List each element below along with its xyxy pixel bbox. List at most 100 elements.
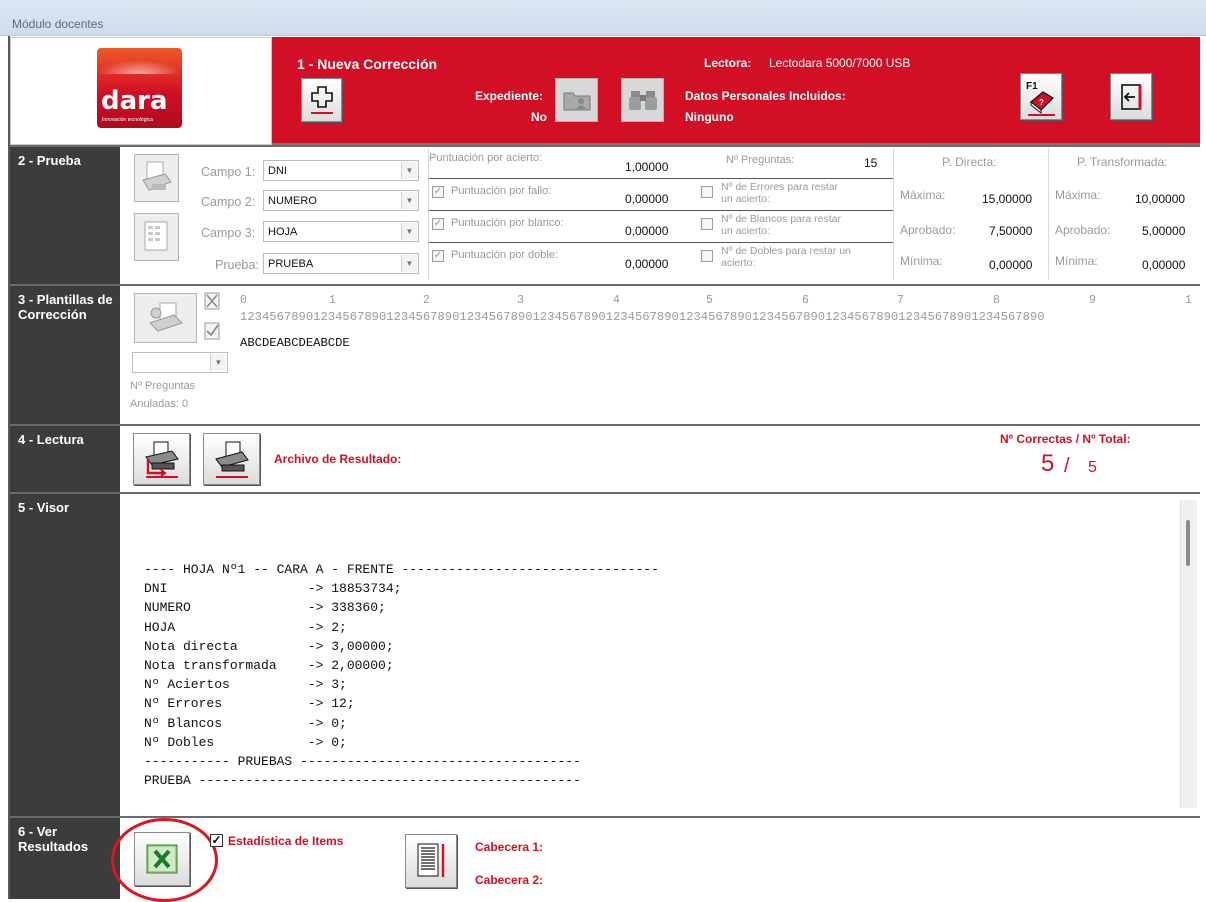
campo2-value: NUMERO xyxy=(268,195,317,207)
campo1-select[interactable]: DNI ▼ xyxy=(263,160,419,181)
campos-config-button[interactable] xyxy=(134,154,179,202)
campo1-value: DNI xyxy=(268,165,287,177)
read-button[interactable] xyxy=(203,433,260,485)
viewer-scrollbar-thumb[interactable] xyxy=(1186,520,1190,566)
punt-doble-value: 0,00000 xyxy=(625,257,669,271)
section-2-divider xyxy=(10,145,1200,147)
clear-template-icon[interactable] xyxy=(204,292,220,310)
section-5-divider xyxy=(10,492,1200,494)
ruler-tick-5: 5 xyxy=(706,294,713,307)
total-value: 5 xyxy=(1088,459,1097,476)
dobles-checkbox[interactable] xyxy=(701,250,713,262)
chevron-down-icon: ▼ xyxy=(401,192,417,209)
logo-tagline: Innovación tecnológica xyxy=(102,117,153,123)
grid-rule xyxy=(429,210,894,211)
punt-doble-checkbox[interactable]: ✓ xyxy=(432,250,444,262)
chevron-down-icon: ▼ xyxy=(401,255,417,272)
p-directa-maxima-label: Máxima: xyxy=(900,188,946,202)
punt-blanco-value: 0,00000 xyxy=(625,224,669,238)
read-with-file-button[interactable] xyxy=(133,433,190,485)
section-5-label: 5 - Visor xyxy=(10,494,120,816)
window-titlebar: Módulo docentes xyxy=(0,0,1206,36)
campo3-select[interactable]: HOJA ▼ xyxy=(263,221,419,242)
section-2-label: 2 - Prueba xyxy=(10,147,120,284)
help-button[interactable]: F1 ? xyxy=(1020,73,1062,120)
section-4-divider xyxy=(10,424,1200,426)
exit-door-icon xyxy=(1121,83,1142,110)
p-directa-aprobado-label: Aprobado: xyxy=(900,223,956,237)
ruler-tick-9: 9 xyxy=(1089,294,1096,307)
punt-fallo-value: 0,00000 xyxy=(625,192,669,206)
p-directa-maxima: 15,00000 xyxy=(982,192,1033,206)
punt-acierto-label: Puntuación por acierto: xyxy=(429,152,543,164)
blancos-checkbox[interactable] xyxy=(701,218,713,230)
highlight-circle xyxy=(111,818,218,902)
dobles-label: Nº de Dobles para restar un acierto: xyxy=(721,245,851,269)
punt-fallo-label: Puntuación por fallo: xyxy=(451,185,552,197)
ruler-tick-8: 8 xyxy=(993,294,1000,307)
prueba-select[interactable]: PRUEBA ▼ xyxy=(263,253,419,274)
new-correction-button[interactable] xyxy=(301,78,342,122)
chevron-down-icon: ▼ xyxy=(401,162,417,179)
archivo-resultado-label: Archivo de Resultado: xyxy=(274,452,402,466)
anuladas-select[interactable]: ▼ xyxy=(132,352,228,373)
viewer-text: ---- HOJA Nº1 -- CARA A - FRENTE -------… xyxy=(144,562,659,789)
datos-personales-label: Datos Personales Incluidos: xyxy=(685,89,846,103)
n-preguntas-label: Nº Preguntas: xyxy=(726,154,795,166)
svg-text:?: ? xyxy=(1039,98,1044,107)
prueba-config-button[interactable] xyxy=(134,213,179,261)
section-3-label: 3 - Plantillas de Corrección xyxy=(10,286,120,424)
punt-blanco-checkbox[interactable]: ✓ xyxy=(432,218,444,230)
expediente-folder-button[interactable] xyxy=(555,78,598,122)
template-reader-icon xyxy=(148,302,183,332)
punt-doble-label: Puntuación por doble: xyxy=(451,249,559,261)
scoring-grid: Puntuación por acierto: 1,00000 Nº Pregu… xyxy=(428,148,894,280)
anuladas-line1: Nº Preguntas xyxy=(130,380,196,392)
ruler-digits: 1234567890123456789012345678901234567890… xyxy=(240,310,1045,324)
grid-rule xyxy=(429,178,894,179)
window-title: Módulo docentes xyxy=(12,17,104,31)
prueba-value: PRUEBA xyxy=(268,258,314,270)
plantilla-edit-button[interactable] xyxy=(134,293,197,343)
form-reader-icon xyxy=(141,161,172,191)
help-badge: F1 xyxy=(1026,81,1038,92)
estadistica-label: Estadística de Items xyxy=(228,834,344,848)
prueba-label: Prueba: xyxy=(215,258,259,272)
search-binoculars-button[interactable] xyxy=(621,78,664,122)
section-3-divider xyxy=(10,284,1200,286)
section-4-label: 4 - Lectura xyxy=(10,426,120,492)
report-button[interactable] xyxy=(405,834,457,888)
ruler-tick-10: 1 xyxy=(1185,294,1192,307)
grid-rule xyxy=(429,242,894,243)
estadistica-checkbox[interactable]: ✓ xyxy=(210,834,223,847)
punt-fallo-checkbox[interactable]: ✓ xyxy=(432,186,444,198)
validate-template-icon[interactable] xyxy=(204,322,220,340)
p-directa-minima: 0,00000 xyxy=(989,258,1033,272)
exit-button[interactable] xyxy=(1110,73,1152,120)
binoculars-icon xyxy=(628,91,657,110)
p-directa-aprobado: 7,50000 xyxy=(989,224,1033,238)
p-transformada-aprobado-label: Aprobado: xyxy=(1055,223,1111,237)
template-answers[interactable]: ABCDEABCDEABCDE xyxy=(240,336,350,350)
ruler-tens: 0 1 2 3 4 5 6 7 8 9 1 xyxy=(240,294,1200,308)
ruler-tick-3: 3 xyxy=(517,294,524,307)
plus-icon xyxy=(310,86,333,114)
punt-blanco-label: Puntuación por blanco: xyxy=(451,217,564,229)
logo-text: dara xyxy=(101,86,168,116)
p-directa-panel: P. Directa: Máxima: 15,00000 Aprobado: 7… xyxy=(893,148,1048,280)
report-sheet-icon xyxy=(417,843,445,877)
ruler-tick-6: 6 xyxy=(802,294,809,307)
section-6-divider xyxy=(10,816,1200,818)
expediente-value: No xyxy=(531,110,547,124)
help-book-icon: F1 ? xyxy=(1026,81,1055,116)
n-preguntas-value: 15 xyxy=(864,156,878,170)
p-directa-minima-label: Mínima: xyxy=(900,254,943,268)
datos-personales-value: Ninguno xyxy=(685,110,734,124)
correctas-label: Nº Correctas / Nº Total: xyxy=(1000,432,1131,446)
campo1-label: Campo 1: xyxy=(201,165,256,179)
errores-checkbox[interactable] xyxy=(701,186,713,198)
p-transformada-maxima-label: Máxima: xyxy=(1055,188,1101,202)
section-1-header: 1 - Nueva Corrección Expediente: No Lect… xyxy=(272,37,1200,145)
results-viewer[interactable]: ---- HOJA Nº1 -- CARA A - FRENTE -------… xyxy=(126,496,1200,812)
campo2-select[interactable]: NUMERO ▼ xyxy=(263,190,419,211)
